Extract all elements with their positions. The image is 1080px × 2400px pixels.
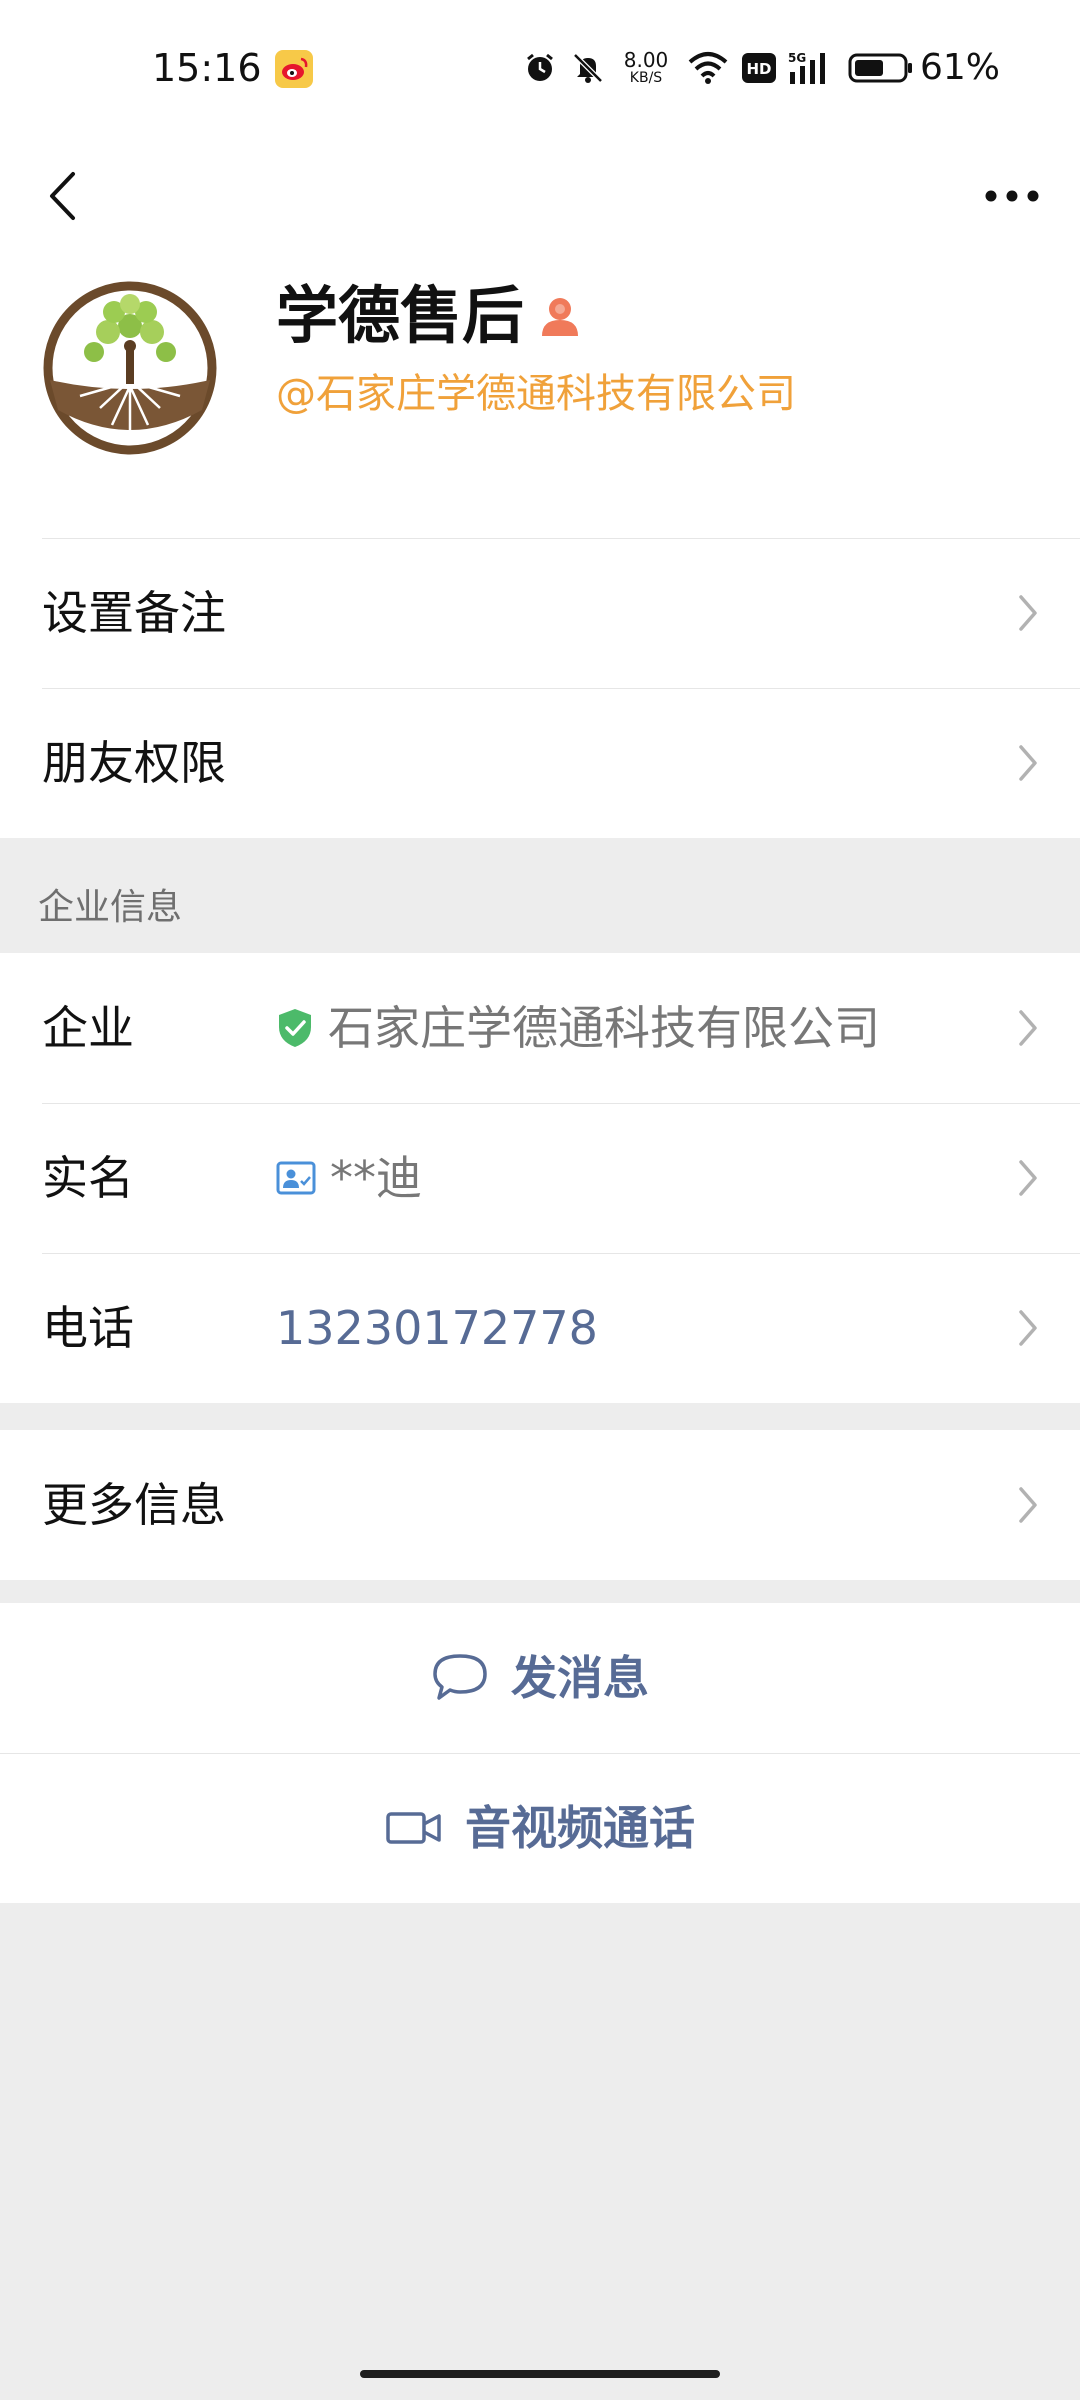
chevron-left-icon xyxy=(50,172,75,220)
more-button[interactable] xyxy=(972,136,1052,256)
divider xyxy=(42,1103,1080,1104)
signal-icon: 5G xyxy=(788,51,825,84)
battery-icon xyxy=(848,53,912,83)
mute-icon xyxy=(573,53,603,83)
av-call-button[interactable]: 音视频通话 xyxy=(0,1753,1080,1903)
chevron-right-icon xyxy=(1019,1160,1037,1196)
send-message-button[interactable]: 发消息 xyxy=(0,1603,1080,1753)
chevron-right-icon xyxy=(1019,1487,1037,1523)
company-label: 企业 xyxy=(42,1001,134,1055)
more-info-label: 更多信息 xyxy=(42,1478,226,1532)
profile-header: 学德售后 @石家庄学德通科技有限公司 xyxy=(0,256,1080,538)
verified-shield-icon xyxy=(279,1009,311,1047)
net-speed-value: 8.00 xyxy=(623,47,669,72)
enterprise-section-title: 企业信息 xyxy=(38,887,183,928)
svg-text:HD: HD xyxy=(746,60,771,78)
company-name: 石家庄学德通科技有限公司 xyxy=(328,1001,880,1055)
more-info-card: 更多信息 xyxy=(0,1430,1080,1580)
divider xyxy=(42,688,1080,689)
status-bar: 15:16 8.00 KB/S HD 5G 61% xyxy=(0,0,1080,136)
chevron-right-icon xyxy=(1019,745,1037,781)
chevron-right-icon xyxy=(1019,1010,1037,1046)
alarm-icon xyxy=(527,53,553,81)
phone-number[interactable]: 13230172778 xyxy=(276,1298,1038,1358)
divider xyxy=(42,1253,1080,1254)
realname-value: **迪 xyxy=(276,1148,1038,1208)
profile-company-tag: @石家庄学德通科技有限公司 xyxy=(276,371,796,417)
net-speed-unit: KB/S xyxy=(629,69,663,86)
profile-name: 学德售后 xyxy=(276,276,582,356)
net-speed: 8.00 KB/S xyxy=(618,47,674,86)
set-remark-label: 设置备注 xyxy=(42,586,226,640)
chevron-right-icon xyxy=(1019,595,1037,631)
divider xyxy=(0,1753,1080,1754)
video-camera-icon xyxy=(386,1812,441,1844)
weibo-icon xyxy=(275,50,313,88)
settings-card: 设置备注 朋友权限 xyxy=(0,538,1080,838)
company-value: 石家庄学德通科技有限公司 xyxy=(276,998,1038,1058)
home-indicator[interactable] xyxy=(360,2370,720,2378)
realname-text: **迪 xyxy=(330,1151,422,1205)
realname-row[interactable]: 实名 **迪 xyxy=(0,1103,1080,1253)
hd-icon: HD xyxy=(742,53,776,83)
send-message-label: 发消息 xyxy=(511,1651,649,1705)
avatar[interactable] xyxy=(42,280,218,456)
divider xyxy=(42,538,1080,539)
realname-label: 实名 xyxy=(42,1151,134,1205)
more-dots-icon xyxy=(985,190,1039,202)
back-button[interactable] xyxy=(28,136,98,256)
svg-text:5G: 5G xyxy=(788,51,806,65)
company-row[interactable]: 企业 石家庄学德通科技有限公司 xyxy=(0,953,1080,1103)
av-call-label: 音视频通话 xyxy=(465,1801,695,1855)
chevron-right-icon xyxy=(1019,1310,1037,1346)
profile-name-text: 学德售后 xyxy=(276,279,525,352)
enterprise-card: 企业 石家庄学德通科技有限公司 实名 **迪 电话 13230172778 xyxy=(0,953,1080,1403)
phone-label: 电话 xyxy=(42,1301,134,1355)
more-info-row[interactable]: 更多信息 xyxy=(0,1430,1080,1580)
chat-bubble-icon xyxy=(433,1654,487,1700)
friend-permissions-label: 朋友权限 xyxy=(42,736,226,790)
nav-bar xyxy=(0,136,1080,256)
wifi-icon xyxy=(688,52,728,84)
person-icon xyxy=(542,298,579,336)
phone-row[interactable]: 电话 13230172778 xyxy=(0,1253,1080,1403)
set-remark-row[interactable]: 设置备注 xyxy=(0,538,1080,688)
status-time: 15:16 xyxy=(152,46,262,90)
battery-percent: 61% xyxy=(920,47,1001,88)
id-card-icon xyxy=(276,1161,316,1195)
friend-permissions-row[interactable]: 朋友权限 xyxy=(0,688,1080,838)
